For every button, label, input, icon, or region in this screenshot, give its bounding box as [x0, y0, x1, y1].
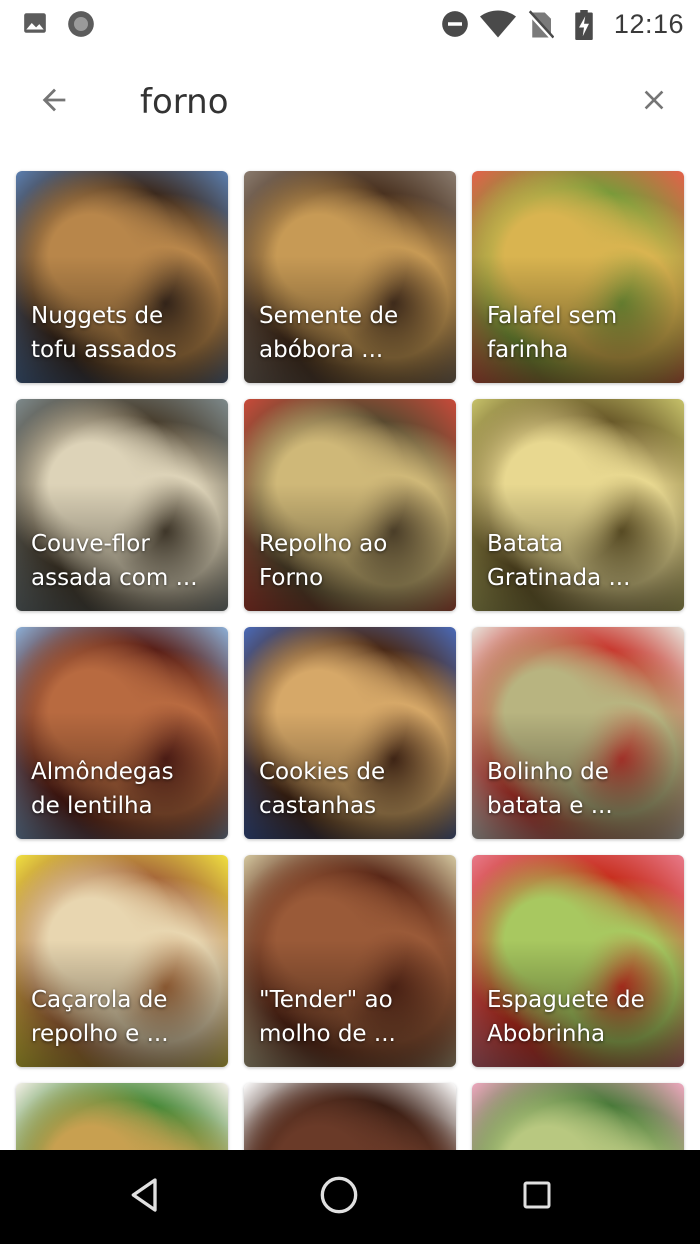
- recipe-title: Bolinho de batata e ...: [487, 759, 613, 819]
- nav-home-button[interactable]: [314, 1172, 364, 1222]
- recipe-card[interactable]: [16, 1083, 228, 1150]
- navigation-bar: [0, 1150, 700, 1244]
- recipe-title: Cookies de castanhas: [259, 759, 386, 819]
- recipe-card[interactable]: Batata Gratinada ...: [472, 399, 684, 611]
- nav-recents-button[interactable]: [512, 1172, 562, 1222]
- recipe-title: Couve-flor assada com ...: [31, 531, 198, 591]
- search-bar: [0, 48, 700, 156]
- recipe-card[interactable]: Almôndegas de lentilha: [16, 627, 228, 839]
- recipe-title: Espaguete de Abobrinha: [487, 987, 645, 1047]
- status-bar: 12:16: [0, 0, 700, 48]
- nav-recents-icon: [519, 1177, 555, 1218]
- arrow-back-icon: [37, 83, 71, 122]
- recipe-card[interactable]: "Tender" ao molho de ...: [244, 855, 456, 1067]
- recipe-photo: [472, 1083, 684, 1150]
- app-screen: 12:16 Nuggets de tofu assados Semente de …: [0, 0, 700, 1244]
- back-button[interactable]: [30, 78, 78, 126]
- recipe-card[interactable]: Couve-flor assada com ...: [16, 399, 228, 611]
- recipe-title: Repolho ao Forno: [259, 531, 388, 591]
- recipe-card[interactable]: Caçarola de repolho e ...: [16, 855, 228, 1067]
- recipe-card[interactable]: Semente de abóbora ...: [244, 171, 456, 383]
- nav-home-icon: [319, 1175, 359, 1220]
- nav-back-button[interactable]: [120, 1172, 170, 1222]
- recipe-title: Batata Gratinada ...: [487, 531, 631, 591]
- recipe-card[interactable]: [472, 1083, 684, 1150]
- recipe-card[interactable]: Espaguete de Abobrinha: [472, 855, 684, 1067]
- close-icon: [638, 84, 670, 121]
- recipe-title: "Tender" ao molho de ...: [259, 987, 396, 1047]
- recipe-card[interactable]: Nuggets de tofu assados: [16, 171, 228, 383]
- battery-charging-icon: [574, 10, 594, 45]
- recipe-title: Nuggets de tofu assados: [31, 303, 177, 363]
- recipe-card[interactable]: Falafel sem farinha: [472, 171, 684, 383]
- recipe-title: Falafel sem farinha: [487, 303, 618, 363]
- wifi-icon: [480, 10, 516, 43]
- no-sim-icon: [527, 10, 555, 45]
- clock: 12:16: [613, 9, 684, 39]
- recipe-title: Caçarola de repolho e ...: [31, 987, 169, 1047]
- image-notification-icon: [22, 10, 48, 41]
- recipe-card[interactable]: Bolinho de batata e ...: [472, 627, 684, 839]
- clear-search-button[interactable]: [630, 78, 678, 126]
- recipe-photo: [16, 1083, 228, 1150]
- recipe-card[interactable]: Repolho ao Forno: [244, 399, 456, 611]
- recipe-photo: [244, 1083, 456, 1150]
- search-input[interactable]: [140, 76, 600, 128]
- recipe-title: Almôndegas de lentilha: [31, 759, 174, 819]
- results-grid: Nuggets de tofu assados Semente de abóbor…: [0, 156, 700, 1150]
- nav-back-icon: [125, 1175, 165, 1220]
- recipe-title: Semente de abóbora ...: [259, 303, 399, 363]
- circle-notification-icon: [67, 10, 95, 43]
- recipe-card[interactable]: [244, 1083, 456, 1150]
- do-not-disturb-icon: [441, 10, 469, 43]
- recipe-card[interactable]: Cookies de castanhas: [244, 627, 456, 839]
